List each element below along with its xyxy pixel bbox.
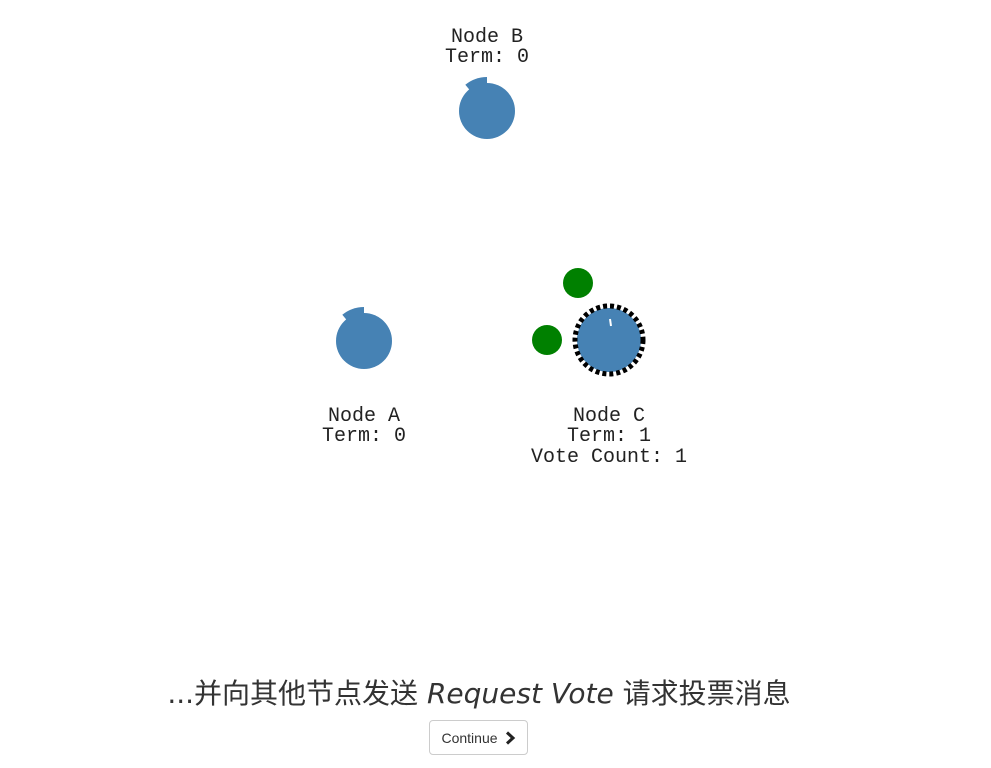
- node-b-term: Term: 0: [445, 46, 529, 69]
- caption-suffix: 请求投票消息: [613, 677, 791, 710]
- node-a-circle: [336, 313, 392, 369]
- node-b-circle: [459, 83, 515, 139]
- node-a-term: Term: 0: [322, 425, 406, 448]
- caption-emphasis: Request Vote: [426, 677, 614, 710]
- node-b: Node B Term: 0: [445, 26, 529, 139]
- continue-label: Continue: [441, 729, 498, 746]
- raft-cluster-diagram: Node B Term: 0 Node A Term: 0 Node C Ter…: [322, 26, 687, 469]
- request-vote-message-to-a: [532, 325, 562, 355]
- request-vote-message-to-b: [563, 268, 593, 298]
- node-a: Node A Term: 0: [322, 307, 406, 448]
- node-c-term: Term: 1: [567, 425, 651, 448]
- node-c-vote-count: Vote Count: 1: [531, 446, 687, 469]
- step-caption: ...并向其他节点发送 Request Vote 请求投票消息: [0, 672, 958, 712]
- node-c-timer-tick: [609, 318, 612, 327]
- caption-prefix: ...并向其他节点发送: [167, 677, 427, 710]
- chevron-right-icon: [504, 730, 516, 745]
- continue-button[interactable]: Continue: [429, 720, 528, 755]
